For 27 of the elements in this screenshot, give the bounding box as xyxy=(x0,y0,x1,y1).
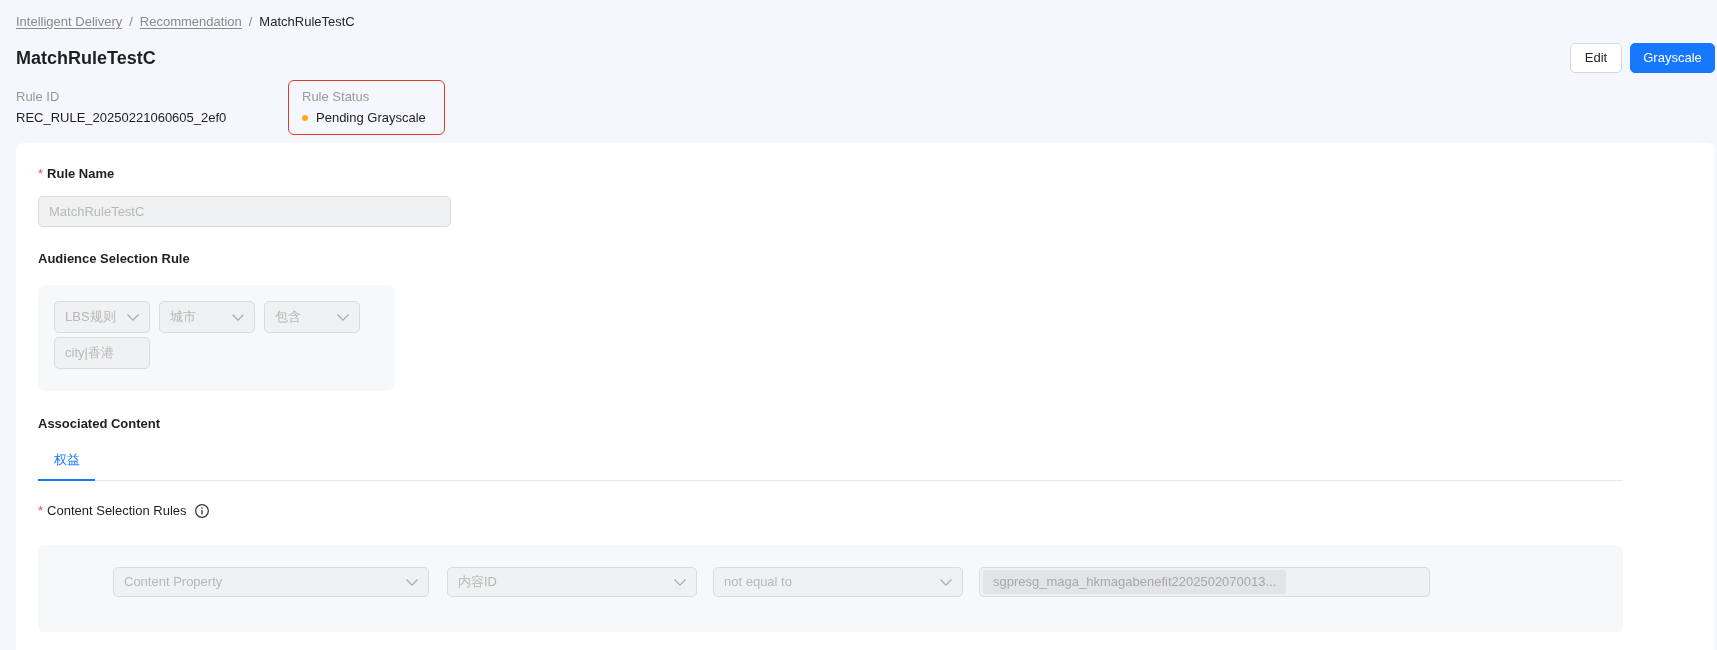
chevron-down-icon xyxy=(232,313,244,321)
chevron-down-icon xyxy=(406,578,418,586)
section-label: Associated Content xyxy=(38,416,161,431)
chevron-down-icon xyxy=(127,313,139,321)
secondary-button[interactable]: Edit xyxy=(1570,43,1622,73)
field-label: Rule Name xyxy=(47,166,115,181)
info-label: Rule Status xyxy=(302,88,371,106)
breadcrumb-link[interactable]: Recommendation xyxy=(139,12,242,32)
tag: sgpresg_maga_hkmagabenefit2202502070013... xyxy=(983,570,1287,594)
breadcrumb-separator: / xyxy=(129,13,133,31)
required-mark: * xyxy=(38,166,44,181)
required-mark: * xyxy=(38,502,44,521)
chevron-down-icon xyxy=(940,578,952,586)
info-label: Rule ID xyxy=(16,88,61,106)
primary-button[interactable]: Grayscale xyxy=(1630,43,1715,73)
field-label: Audience Selection Rule xyxy=(38,251,190,266)
tab[interactable]: 权益 xyxy=(38,438,95,481)
info-icon xyxy=(194,504,209,518)
page-title: MatchRuleTestC xyxy=(16,47,156,70)
info-value: Pending Grayscale xyxy=(316,109,426,127)
chevron-down-icon xyxy=(674,578,686,586)
chevron-down-icon xyxy=(337,313,349,321)
info-value: REC_RULE_20250221060605_2ef0 xyxy=(16,109,227,127)
breadcrumb-current: MatchRuleTestC xyxy=(259,13,355,31)
field-label: Content Selection Rules xyxy=(47,502,187,520)
breadcrumb-separator: / xyxy=(248,13,253,31)
breadcrumb-link[interactable]: Intelligent Delivery xyxy=(16,12,123,32)
